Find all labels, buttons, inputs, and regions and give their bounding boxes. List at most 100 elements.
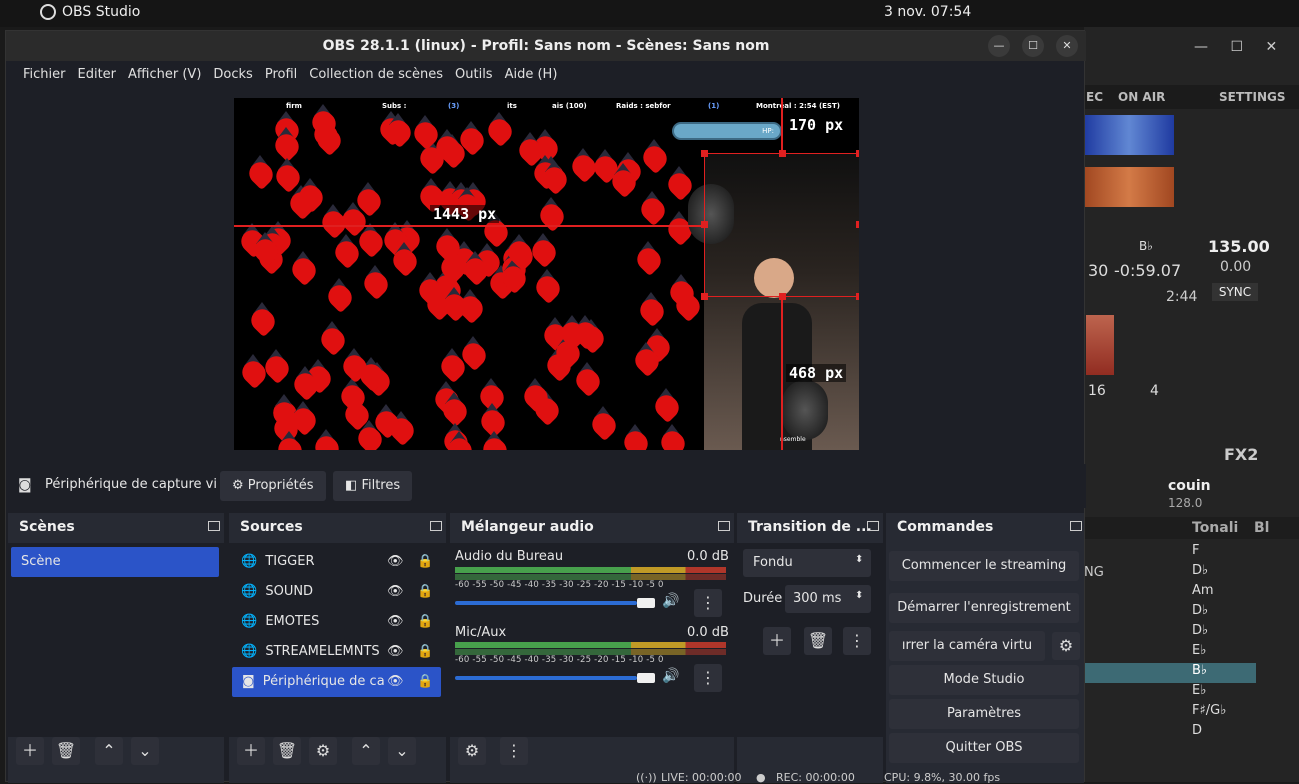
commands-dock: Commandes Commencer le streaming Démarre…	[886, 513, 1084, 783]
bg-tab-settings[interactable]: SETTINGS	[1219, 90, 1286, 104]
lock-icon[interactable]: 🔒	[417, 637, 433, 667]
undock-icon[interactable]	[1070, 521, 1082, 531]
duration-input[interactable]: 300 ms ⬍	[785, 585, 871, 613]
undock-icon[interactable]	[867, 521, 879, 531]
undock-icon[interactable]	[718, 521, 730, 531]
max-icon[interactable]: ☐	[1230, 39, 1243, 55]
source-item[interactable]: 🌐 EMOTES 👁 🔒	[231, 607, 441, 637]
move-down-button[interactable]: ⌄	[388, 737, 416, 765]
lock-icon[interactable]: 🔒	[417, 577, 433, 607]
list-item-selected[interactable]: B♭	[1084, 663, 1256, 683]
col-bl[interactable]: Bl	[1254, 520, 1269, 536]
eye-icon[interactable]: 👁	[387, 667, 404, 697]
system-clock[interactable]: 3 nov. 07:54	[884, 4, 971, 20]
add-scene-button[interactable]: ＋	[16, 737, 44, 765]
menu-editer[interactable]: Editer	[72, 63, 123, 89]
lock-icon[interactable]: 🔒	[417, 547, 433, 577]
mixer-settings-button[interactable]: ⚙	[458, 737, 486, 765]
bg-loop-b[interactable]: 4	[1150, 383, 1159, 399]
channel-menu-button[interactable]: ⋮	[694, 664, 722, 692]
start-recording-button[interactable]: Démarrer l'enregistrement	[889, 593, 1079, 623]
move-down-button[interactable]: ⌄	[131, 737, 159, 765]
remove-source-button[interactable]: 🗑	[273, 737, 301, 765]
eye-icon[interactable]: 👁	[387, 607, 404, 637]
spin-icon[interactable]: ⬍	[855, 590, 863, 601]
active-app[interactable]: OBS Studio	[40, 4, 140, 20]
source-item[interactable]: 🌐 SOUND 👁 🔒	[231, 577, 441, 607]
studio-mode-button[interactable]: Mode Studio	[889, 665, 1079, 695]
transition-select[interactable]: Fondu ⬍	[743, 549, 871, 577]
bg-fx[interactable]: FX2	[1224, 445, 1258, 464]
title-bar[interactable]: OBS 28.1.1 (linux) - Profil: Sans nom - …	[6, 31, 1086, 61]
undock-icon[interactable]	[430, 521, 442, 531]
virtual-camera-settings-icon[interactable]: ⚙	[1052, 632, 1080, 660]
menu-afficher[interactable]: Afficher (V)	[122, 63, 207, 89]
list-item[interactable]: D♭	[1192, 623, 1262, 643]
preview-canvas[interactable]: firm Subs : (3) its ais (100) Raids : se…	[234, 98, 859, 450]
bg-key[interactable]: B♭	[1139, 239, 1153, 253]
speaker-icon[interactable]: 🔊	[662, 668, 679, 684]
col-tonality[interactable]: Tonali	[1192, 520, 1238, 536]
resize-handle[interactable]	[856, 293, 859, 300]
menu-aide[interactable]: Aide (H)	[499, 63, 564, 89]
resize-handle[interactable]	[856, 150, 859, 157]
scene-item[interactable]: Scène	[11, 547, 219, 577]
menu-docks[interactable]: Docks	[207, 63, 258, 89]
min-icon[interactable]: —	[1194, 39, 1208, 55]
list-item[interactable]: D♭	[1192, 603, 1262, 623]
lock-icon[interactable]: 🔒	[417, 667, 433, 697]
remove-transition-button[interactable]: 🗑	[804, 627, 832, 655]
sync-button[interactable]: SYNC	[1212, 283, 1258, 301]
eye-icon[interactable]: 👁	[387, 637, 404, 667]
list-item[interactable]: D	[1192, 723, 1262, 743]
source-selection-box[interactable]	[704, 153, 859, 297]
move-up-button[interactable]: ⌃	[352, 737, 380, 765]
source-item-selected[interactable]: ◙ Périphérique de ca 👁 🔒	[232, 667, 441, 697]
filters-button[interactable]: ◧ Filtres	[333, 471, 413, 501]
volume-slider[interactable]	[455, 597, 655, 609]
resize-handle[interactable]	[856, 221, 859, 228]
move-up-button[interactable]: ⌃	[95, 737, 123, 765]
menu-collection[interactable]: Collection de scènes	[303, 63, 449, 89]
eye-icon[interactable]: 👁	[387, 577, 404, 607]
start-streaming-button[interactable]: Commencer le streaming	[889, 551, 1079, 581]
menu-fichier[interactable]: Fichier	[17, 63, 72, 89]
eye-icon[interactable]: 👁	[387, 547, 404, 577]
source-item[interactable]: 🌐 STREAMELEMNTS 👁 🔒	[231, 637, 441, 667]
speaker-icon[interactable]: 🔊	[662, 593, 679, 609]
channel-menu-button[interactable]: ⋮	[694, 589, 722, 617]
list-item[interactable]: D♭	[1192, 563, 1262, 583]
settings-button[interactable]: Paramètres	[889, 699, 1079, 729]
source-item[interactable]: 🌐 TIGGER 👁 🔒	[231, 547, 441, 577]
add-source-button[interactable]: ＋	[237, 737, 265, 765]
heart-emote	[337, 378, 370, 414]
lock-icon[interactable]: 🔒	[417, 607, 433, 637]
bg-loop-a[interactable]: 16	[1088, 383, 1106, 399]
resize-handle[interactable]	[701, 150, 708, 157]
properties-button[interactable]: ⚙ Propriétés	[220, 471, 326, 501]
bg-tab[interactable]: EC	[1086, 90, 1103, 104]
undock-icon[interactable]	[208, 521, 220, 531]
minimize-icon[interactable]: —	[988, 35, 1010, 57]
menu-profil[interactable]: Profil	[259, 63, 303, 89]
list-item[interactable]: E♭	[1192, 643, 1262, 663]
resize-handle[interactable]	[701, 293, 708, 300]
list-item[interactable]: F	[1192, 543, 1262, 563]
virtual-camera-button[interactable]: ırrer la caméra virtu	[889, 631, 1045, 661]
source-properties-button[interactable]: ⚙	[309, 737, 337, 765]
list-item[interactable]: E♭	[1192, 683, 1262, 703]
remove-scene-button[interactable]: 🗑	[52, 737, 80, 765]
menu-outils[interactable]: Outils	[449, 63, 499, 89]
list-item[interactable]: F♯/G♭	[1192, 703, 1262, 723]
add-transition-button[interactable]: ＋	[763, 627, 791, 655]
close-icon[interactable]: ✕	[1265, 39, 1277, 55]
list-item[interactable]: Am	[1192, 583, 1262, 603]
mixer-menu-button[interactable]: ⋮	[500, 737, 528, 765]
heart-emote	[519, 377, 553, 413]
volume-slider[interactable]	[455, 672, 655, 684]
transition-menu-button[interactable]: ⋮	[843, 627, 871, 655]
exit-button[interactable]: Quitter OBS	[889, 733, 1079, 763]
maximize-icon[interactable]: ☐	[1022, 35, 1044, 57]
bg-tab-onair[interactable]: ON AIR	[1118, 90, 1165, 104]
close-icon[interactable]: ✕	[1056, 35, 1078, 57]
